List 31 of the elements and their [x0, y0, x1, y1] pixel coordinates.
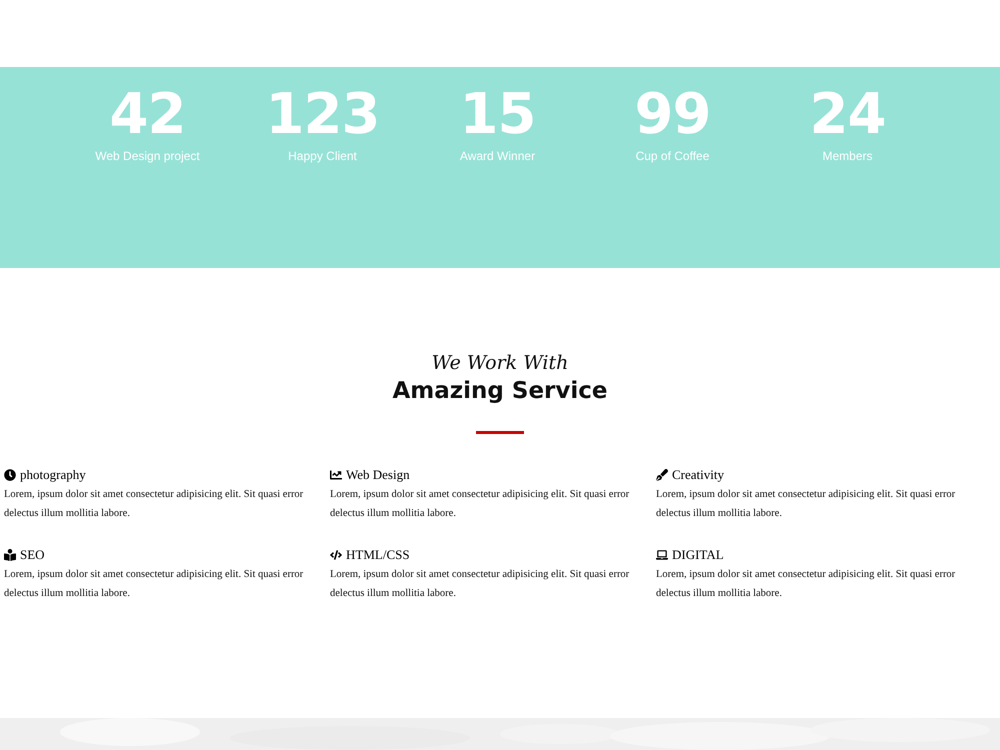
section-title: Amazing Service	[392, 378, 608, 404]
service-title: SEO	[20, 547, 45, 563]
stat-number: 123	[266, 83, 380, 147]
clock-icon	[4, 469, 16, 481]
stat-label: Award Winner	[460, 149, 536, 163]
service-title: DIGITAL	[672, 547, 724, 563]
service-text: Lorem, ipsum dolor sit amet consectetur adipisicing elit. Sit quasi error delectus illum mollitia labore.	[656, 568, 956, 601]
laptop-icon	[656, 549, 668, 561]
service-text: Lorem, ipsum dolor sit amet consectetur adipisicing elit. Sit quasi error delectus illum mollitia labore.	[330, 568, 630, 601]
pen-icon	[656, 469, 668, 481]
service-text: Lorem, ipsum dolor sit amet consectetur adipisicing elit. Sit quasi error delectus illum mollitia labore.	[656, 488, 956, 521]
stat-label: Web Design project	[95, 149, 200, 163]
service-text: Lorem, ipsum dolor sit amet consectetur adipisicing elit. Sit quasi error delectus illum mollitia labore.	[330, 488, 630, 521]
stat-label: Cup of Coffee	[636, 149, 710, 163]
service-title: photography	[20, 467, 86, 483]
chart-icon	[330, 469, 342, 481]
stat-label: Happy Client	[288, 149, 357, 163]
service-title: Creativity	[672, 467, 724, 483]
stat-number: 99	[634, 83, 710, 147]
service-text: Lorem, ipsum dolor sit amet consectetur adipisicing elit. Sit quasi error delectus illum mollitia labore.	[4, 488, 304, 521]
reader-icon	[4, 549, 16, 561]
stat-number: 15	[460, 83, 536, 147]
stat-number: 24	[810, 83, 886, 147]
code-icon	[330, 549, 342, 561]
service-title: HTML/CSS	[346, 547, 410, 563]
stat-label: Members	[822, 149, 872, 163]
stat-number: 42	[110, 83, 186, 147]
service-title: Web Design	[346, 467, 410, 483]
section-kicker: We Work With	[432, 352, 568, 374]
title-underline	[476, 431, 524, 434]
service-text: Lorem, ipsum dolor sit amet consectetur adipisicing elit. Sit quasi error delectus illum mollitia labore.	[4, 568, 304, 601]
